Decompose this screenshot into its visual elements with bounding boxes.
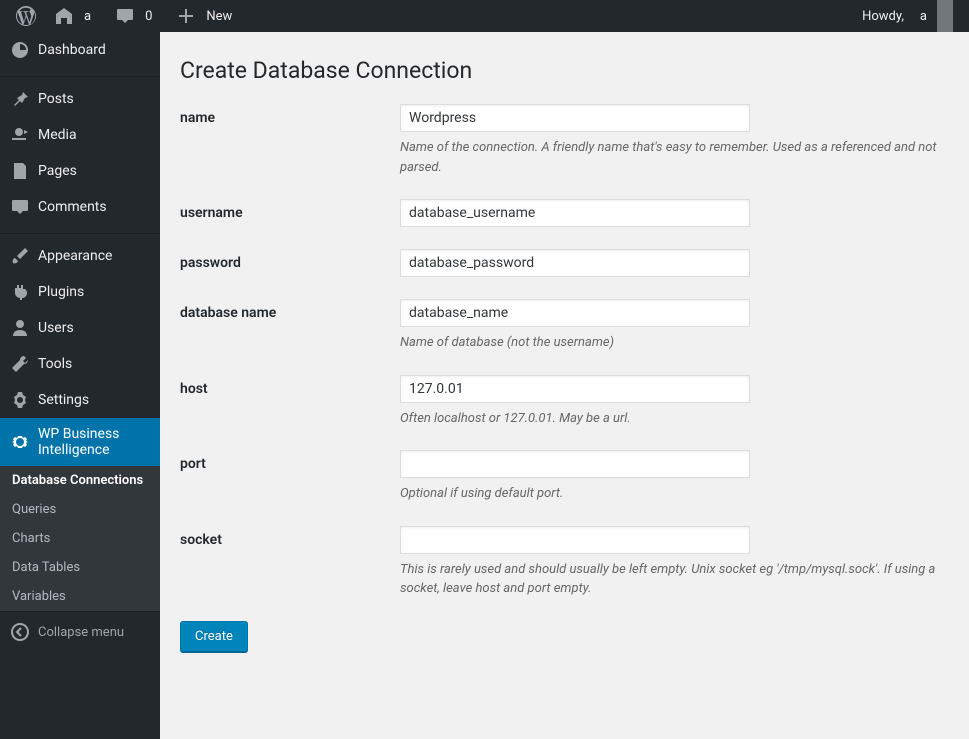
label-socket: socket — [180, 526, 400, 599]
sidebar-item-label: Posts — [38, 91, 74, 107]
wp-logo[interactable] — [10, 0, 42, 32]
label-host: host — [180, 375, 400, 429]
sidebar-item-label: Pages — [38, 163, 77, 179]
page-title: Create Database Connection — [180, 57, 949, 84]
desc-port: Optional if using default port. — [400, 484, 949, 504]
user-account-link[interactable]: Howdy, a — [850, 0, 959, 32]
sidebar-item-label: Comments — [38, 199, 107, 215]
media-icon — [10, 125, 30, 145]
collapse-icon — [10, 622, 30, 642]
sidebar-item-comments[interactable]: Comments — [0, 189, 160, 225]
submenu-variables[interactable]: Variables — [0, 582, 160, 611]
desc-host: Often localhost or 127.0.01. May be a ur… — [400, 409, 949, 429]
pin-icon — [10, 89, 30, 109]
sidebar-item-label: Tools — [38, 356, 72, 372]
sidebar-item-label: Settings — [38, 392, 89, 408]
gear-icon — [10, 432, 30, 452]
submenu-charts[interactable]: Charts — [0, 524, 160, 553]
home-icon — [54, 6, 74, 26]
comments-link[interactable]: 0 — [109, 0, 164, 32]
sidebar-item-pages[interactable]: Pages — [0, 153, 160, 189]
comment-count: 0 — [139, 0, 158, 32]
submenu-queries[interactable]: Queries — [0, 495, 160, 524]
avatar — [937, 0, 953, 32]
site-home-link[interactable]: a — [48, 0, 103, 32]
collapse-menu[interactable]: Collapse menu — [0, 611, 160, 652]
comment-icon — [10, 197, 30, 217]
sidebar-item-label: WP Business Intelligence — [38, 426, 150, 458]
sidebar-item-label: Users — [38, 320, 74, 336]
sidebar-item-settings[interactable]: Settings — [0, 382, 160, 418]
desc-dbname: Name of database (not the username) — [400, 333, 949, 353]
label-port: port — [180, 450, 400, 504]
sidebar-separator — [0, 72, 160, 77]
socket-input[interactable] — [400, 526, 750, 554]
desc-socket: This is rarely used and should usually b… — [400, 560, 949, 599]
comment-icon — [115, 6, 135, 26]
sidebar-separator — [0, 229, 160, 234]
sidebar-item-appearance[interactable]: Appearance — [0, 238, 160, 274]
username-input[interactable] — [400, 199, 750, 227]
label-username: username — [180, 199, 400, 227]
new-content-link[interactable]: New — [170, 0, 244, 32]
sidebar-item-tools[interactable]: Tools — [0, 346, 160, 382]
sidebar-item-label: Appearance — [38, 248, 112, 264]
user-icon — [10, 318, 30, 338]
plugin-icon — [10, 282, 30, 302]
host-input[interactable] — [400, 375, 750, 403]
sidebar-item-label: Dashboard — [38, 42, 106, 58]
howdy-user: a — [914, 0, 933, 32]
label-dbname: database name — [180, 299, 400, 353]
sidebar-item-users[interactable]: Users — [0, 310, 160, 346]
sidebar-item-posts[interactable]: Posts — [0, 81, 160, 117]
submenu-data-tables[interactable]: Data Tables — [0, 553, 160, 582]
page-icon — [10, 161, 30, 181]
sidebar-item-plugins[interactable]: Plugins — [0, 274, 160, 310]
wordpress-icon — [16, 6, 36, 26]
submenu-database-connections[interactable]: Database Connections — [0, 466, 160, 495]
create-button[interactable]: Create — [180, 621, 248, 652]
plus-icon — [176, 6, 196, 26]
port-input[interactable] — [400, 450, 750, 478]
site-name: a — [78, 0, 97, 32]
settings-icon — [10, 390, 30, 410]
label-password: password — [180, 249, 400, 277]
collapse-label: Collapse menu — [38, 625, 124, 640]
sidebar-item-label: Media — [38, 127, 77, 143]
name-input[interactable] — [400, 104, 750, 132]
sidebar-item-media[interactable]: Media — [0, 117, 160, 153]
wrench-icon — [10, 354, 30, 374]
sidebar-item-wp-business-intelligence[interactable]: WP Business Intelligence — [0, 418, 160, 466]
brush-icon — [10, 246, 30, 266]
label-name: name — [180, 104, 400, 177]
sidebar-item-label: Plugins — [38, 284, 84, 300]
password-input[interactable] — [400, 249, 750, 277]
sidebar-item-dashboard[interactable]: Dashboard — [0, 32, 160, 68]
desc-name: Name of the connection. A friendly name … — [400, 138, 949, 177]
dashboard-icon — [10, 40, 30, 60]
howdy-prefix: Howdy, — [856, 0, 910, 32]
new-label: New — [200, 0, 238, 32]
dbname-input[interactable] — [400, 299, 750, 327]
